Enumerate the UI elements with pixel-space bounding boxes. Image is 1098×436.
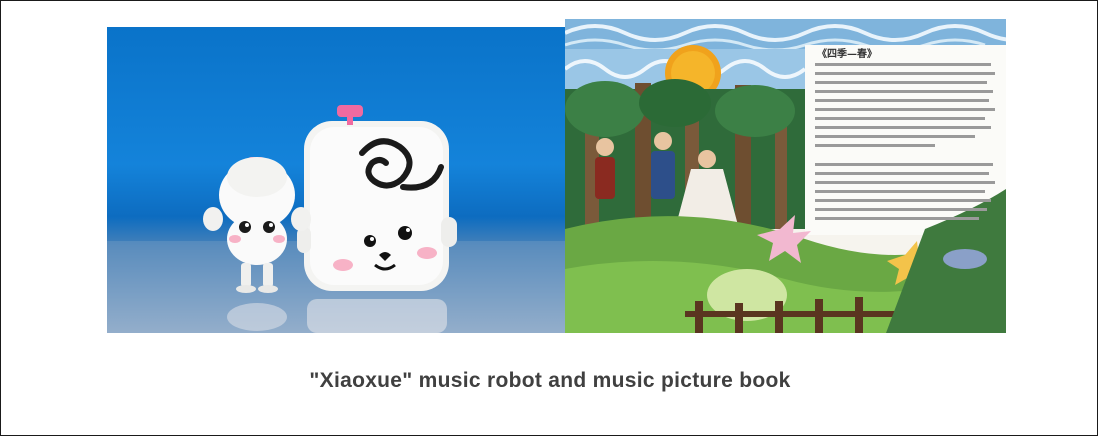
book-page-title: 《四季—春》 — [817, 49, 877, 60]
robot-photo — [107, 27, 566, 333]
picture-book-page: 《四季—春》 — [565, 19, 1006, 333]
page-frame: 《四季—春》 "Xiaoxue" music robot and music p… — [0, 0, 1098, 436]
plush-robot-illustration — [297, 105, 457, 291]
figure-caption: "Xiaoxue" music robot and music picture … — [309, 369, 791, 392]
book-text-lines — [815, 63, 995, 220]
